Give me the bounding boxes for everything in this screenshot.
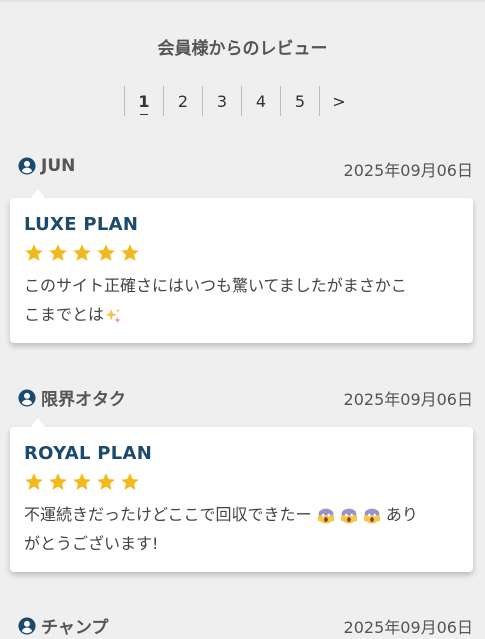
review-text-line: このサイト正確さにはいつも驚いてましたがまさかこ [24, 276, 407, 295]
screaming-face-icon [340, 507, 357, 524]
page-title: 会員様からのレビュー [157, 39, 328, 59]
review-text-line: 不運続きだったけどここで回収できたー [24, 505, 312, 524]
review-date: 2025年09月06日 [343, 390, 473, 409]
pagination: 1 2 3 4 5 > [124, 86, 358, 116]
reviewer-name: JUN [41, 156, 76, 176]
screaming-face-icon [363, 507, 380, 524]
star-icon [121, 473, 139, 490]
review-text: このサイト正確さにはいつも驚いてましたがまさかこ こまでとは [24, 271, 459, 329]
plan-name: ROYAL PLAN [24, 443, 153, 464]
review-meta: JUN 2025年09月06日 [10, 156, 473, 182]
star-icon [25, 473, 43, 490]
user-circle-icon [18, 616, 36, 635]
review-card: ROYAL PLAN 不運続きだったけどここで回収できたー あり がとうございま… [10, 418, 473, 572]
star-icon [121, 244, 139, 261]
star-icon [25, 244, 43, 261]
star-icon [49, 473, 67, 490]
review-item: チャンプ 2025年09月06日 [10, 613, 473, 639]
reviewer: チャンプ [18, 613, 108, 638]
plan-name: LUXE PLAN [24, 214, 139, 235]
page-5-link[interactable]: 5 [280, 86, 319, 116]
review-item: 限界オタク 2025年09月06日 ROYAL PLAN 不運続きだったけどここ… [10, 385, 473, 572]
star-icon [73, 473, 91, 490]
star-rating [24, 243, 459, 263]
review-text-line: こまでとは [24, 305, 105, 324]
page-3-link[interactable]: 3 [202, 86, 241, 116]
top-divider [0, 0, 485, 2]
star-icon [73, 244, 91, 261]
review-text-line: あり [385, 505, 418, 524]
review-item: JUN 2025年09月06日 LUXE PLAN このサイト正確さにはいつも驚… [10, 156, 473, 343]
reviewer: 限界オタク [18, 385, 126, 410]
review-text-line: がとうございます! [24, 534, 159, 553]
review-date: 2025年09月06日 [343, 161, 473, 180]
review-text: 不運続きだったけどここで回収できたー あり がとうございます! [24, 500, 459, 558]
star-icon [49, 244, 67, 261]
page-2-link[interactable]: 2 [163, 86, 202, 116]
user-circle-icon [18, 388, 36, 407]
review-card: LUXE PLAN このサイト正確さにはいつも驚いてましたがまさかこ こまでとは [10, 189, 473, 343]
page-1-link[interactable]: 1 [124, 86, 163, 116]
reviewer: JUN [18, 156, 75, 176]
user-circle-icon [18, 157, 36, 175]
page-4-link[interactable]: 4 [241, 86, 280, 116]
screaming-face-icon [317, 507, 334, 524]
star-icon [97, 244, 115, 261]
next-page-link[interactable]: > [319, 86, 358, 116]
star-rating [24, 472, 459, 492]
sparkles-icon [105, 308, 121, 323]
reviewer-name: チャンプ [41, 618, 109, 638]
review-meta: チャンプ 2025年09月06日 [10, 613, 473, 639]
review-date: 2025年09月06日 [343, 618, 473, 637]
star-icon [97, 473, 115, 490]
review-meta: 限界オタク 2025年09月06日 [10, 385, 473, 411]
reviewer-name: 限界オタク [41, 390, 126, 410]
